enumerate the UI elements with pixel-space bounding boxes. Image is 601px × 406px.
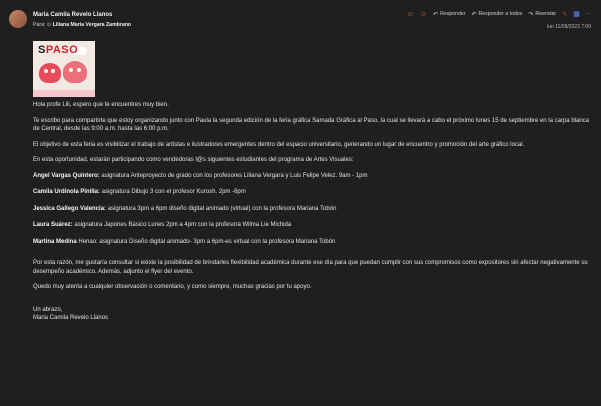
student-line: Angel Vargas Quintero: asignatura Antepr… [33, 172, 593, 181]
body-paragraph: Por esta razón, me gustaría consultar si… [33, 260, 588, 275]
closing-text: Un abrazo, [33, 306, 63, 313]
reply-label: Responder [440, 11, 466, 17]
eye-shape [51, 69, 55, 73]
apps-grid-icon[interactable]: ▦ [573, 10, 580, 18]
reply-all-button[interactable]: ↶ Responder a todos [471, 11, 522, 18]
message-date: lun 11/09/2023 7:00 [547, 24, 591, 30]
student-name: Camila Urdinola Pinilla: [33, 189, 101, 195]
student-name: Jessica Gallego Valencia: [33, 205, 107, 212]
recipient-name[interactable]: Liliana Maria Vergara Zambrano [53, 22, 131, 28]
email-body: Hola profe Lili, espero que te encuentre… [33, 101, 593, 323]
student-detail: asignatura 3pm a 6pm diseño digital anim… [106, 205, 337, 212]
flyer-heart-character-right [63, 61, 87, 83]
flyer-title: SPASO [38, 44, 78, 56]
student-line: Martina Medina Henao: asignatura Diseño … [33, 238, 593, 247]
sender-name[interactable]: Maria Camila Revelo Llanos [33, 12, 112, 18]
reply-all-icon: ↶ [471, 11, 477, 18]
eye-shape [77, 68, 81, 72]
forward-label: Reenviar [535, 11, 557, 17]
emoji-icon[interactable]: ☺ [420, 11, 427, 18]
student-detail: asignatura Japones Básico Lunes 2pm a 4p… [72, 222, 292, 228]
recipient-row: Para: ⊙ Liliana Maria Vergara Zambrano [33, 22, 131, 28]
forward-button[interactable]: ↷ Reenviar [528, 11, 556, 18]
more-actions-icon[interactable]: ⋯ [586, 11, 591, 17]
student-name: Martina Medina [33, 238, 77, 245]
student-detail: Henao: asignatura Diseño digital animado… [76, 238, 336, 245]
reply-icon: ↶ [433, 11, 439, 18]
student-detail: asignatura Dibujo 3 con el profesor Kuro… [100, 189, 246, 195]
to-label: Para: [33, 22, 46, 28]
greeting-text: Hola profe Lili, espero que te encuentre… [33, 102, 169, 108]
reaction-icon[interactable]: ☺ [407, 11, 414, 18]
body-paragraph: Quedo muy atenta a cualquier observación… [33, 284, 312, 290]
flyer-bottom-stripe [33, 90, 95, 97]
body-paragraph: En esta oportunidad, estarán participand… [33, 157, 354, 163]
flyer-title-part-b: PASO [45, 44, 79, 56]
message-actions: ☺ ☺ ↶ Responder ↶ Responder a todos ↷ Re… [407, 10, 591, 19]
student-name: Angel Vargas Quintero: [33, 172, 100, 179]
student-name: Laura Suárez: [33, 222, 73, 228]
reply-all-label: Responder a todos [478, 11, 523, 17]
signature-text: Maria Camila Revelo Llanos [33, 315, 109, 321]
body-paragraph: Te escribo para compartirte que estoy or… [33, 117, 589, 133]
eye-shape [44, 69, 48, 73]
student-line: Laura Suárez: asignatura Japones Básico … [33, 221, 593, 230]
forward-icon: ↷ [528, 11, 534, 18]
flyer-heart-character-left [39, 63, 61, 83]
flyer-title-part-a: S [38, 44, 46, 56]
reply-button[interactable]: ↶ Responder [433, 11, 465, 18]
body-paragraph: El objetivo de esta feria es visibilizar… [33, 141, 525, 148]
student-line: Camila Urdinola Pinilla: asignatura Dibu… [33, 188, 593, 197]
recipient-presence-icon: ⊙ [46, 22, 52, 28]
teams-icon[interactable]: ✎ [562, 11, 567, 18]
email-header: Maria Camila Revelo Llanos Para: ⊙ Lilia… [0, 0, 601, 40]
student-line: Jessica Gallego Valencia: asignatura 3pm… [33, 205, 593, 214]
student-detail: asignatura Anteproyecto de grado con los… [99, 172, 368, 179]
event-flyer-image[interactable]: SPASO [33, 41, 95, 97]
sender-avatar[interactable] [9, 10, 27, 28]
eye-shape [69, 68, 73, 72]
